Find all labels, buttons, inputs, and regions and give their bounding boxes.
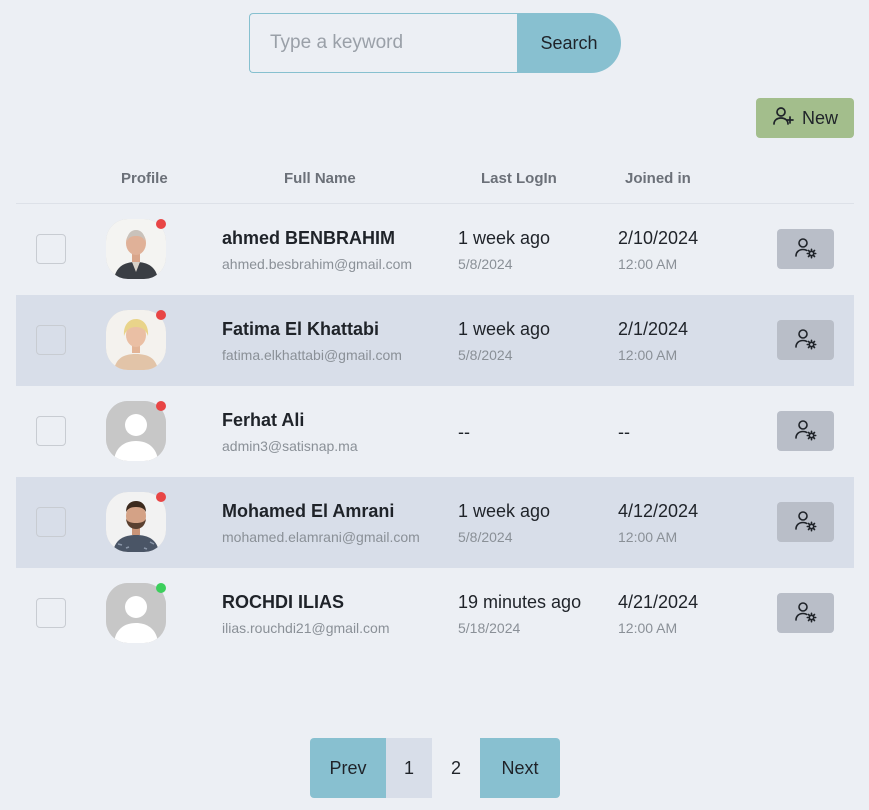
row-checkbox[interactable]	[36, 325, 66, 355]
table-row: ahmed BENBRAHIM ahmed.besbrahim@gmail.co…	[16, 204, 854, 295]
joined-time: 12:00 AM	[618, 347, 678, 363]
search-input[interactable]	[249, 13, 517, 73]
row-checkbox[interactable]	[36, 507, 66, 537]
next-page-button[interactable]: Next	[480, 738, 560, 798]
status-indicator	[156, 310, 166, 320]
user-settings-button[interactable]	[777, 320, 834, 360]
table-row: Mohamed El Amrani mohamed.elamrani@gmail…	[16, 477, 854, 568]
new-user-button[interactable]: New	[756, 98, 854, 138]
user-full-name: ROCHDI ILIAS	[222, 592, 345, 612]
new-user-button-label: New	[801, 107, 838, 128]
user-gear-icon	[794, 236, 818, 263]
search-bar: Search	[249, 13, 621, 73]
user-settings-button[interactable]	[777, 502, 834, 542]
user-full-name: Mohamed El Amrani	[222, 501, 395, 521]
joined-date: --	[618, 422, 630, 442]
row-checkbox[interactable]	[36, 416, 66, 446]
row-checkbox[interactable]	[36, 234, 66, 264]
pagination: Prev 1 2 Next	[310, 738, 560, 798]
status-indicator	[156, 492, 166, 502]
header-profile: Profile	[121, 170, 168, 187]
last-login-relative: 1 week ago	[458, 228, 551, 248]
prev-page-button[interactable]: Prev	[310, 738, 386, 798]
page-button-1[interactable]: 1	[386, 738, 432, 798]
last-login-date: 5/8/2024	[458, 256, 513, 272]
user-full-name: Ferhat Ali	[222, 410, 305, 430]
joined-time: 12:00 AM	[618, 256, 678, 272]
joined-time: 12:00 AM	[618, 620, 678, 636]
table-row: Ferhat Ali admin3@satisnap.ma -- --	[16, 386, 854, 477]
page-button-2[interactable]: 2	[432, 738, 480, 798]
last-login-relative: --	[458, 422, 470, 442]
header-full-name: Full Name	[284, 170, 356, 187]
user-settings-button[interactable]	[777, 229, 834, 269]
status-indicator	[156, 583, 166, 593]
user-full-name: Fatima El Khattabi	[222, 319, 380, 339]
user-gear-icon	[794, 327, 818, 354]
users-table-body: ahmed BENBRAHIM ahmed.besbrahim@gmail.co…	[16, 204, 854, 659]
last-login-date: 5/8/2024	[458, 347, 513, 363]
row-checkbox[interactable]	[36, 598, 66, 628]
status-indicator	[156, 401, 166, 411]
search-button[interactable]: Search	[517, 13, 621, 73]
last-login-date: 5/18/2024	[458, 620, 521, 636]
user-email: ahmed.besbrahim@gmail.com	[222, 256, 413, 272]
user-gear-icon	[794, 418, 818, 445]
user-email: mohamed.elamrani@gmail.com	[222, 529, 420, 545]
last-login-relative: 1 week ago	[458, 501, 551, 521]
joined-date: 4/12/2024	[618, 501, 699, 521]
user-gear-icon	[794, 600, 818, 627]
user-email: admin3@satisnap.ma	[222, 438, 358, 454]
header-joined-in: Joined in	[625, 170, 691, 187]
user-management-page: Search New Profile Full Name Last LogIn …	[0, 0, 869, 810]
header-last-login: Last LogIn	[481, 170, 557, 187]
status-indicator	[156, 219, 166, 229]
user-settings-button[interactable]	[777, 593, 834, 633]
user-email: fatima.elkhattabi@gmail.com	[222, 347, 402, 363]
joined-date: 2/10/2024	[618, 228, 699, 248]
joined-time: 12:00 AM	[618, 529, 678, 545]
joined-date: 2/1/2024	[618, 319, 689, 339]
table-row: ROCHDI ILIAS ilias.rouchdi21@gmail.com 1…	[16, 568, 854, 659]
table-row: Fatima El Khattabi fatima.elkhattabi@gma…	[16, 295, 854, 386]
user-email: ilias.rouchdi21@gmail.com	[222, 620, 390, 636]
table-header: Profile Full Name Last LogIn Joined in	[16, 160, 854, 204]
last-login-relative: 19 minutes ago	[458, 592, 582, 612]
joined-date: 4/21/2024	[618, 592, 699, 612]
user-full-name: ahmed BENBRAHIM	[222, 228, 396, 248]
last-login-relative: 1 week ago	[458, 319, 551, 339]
user-plus-icon	[772, 106, 794, 131]
last-login-date: 5/8/2024	[458, 529, 513, 545]
user-settings-button[interactable]	[777, 411, 834, 451]
user-gear-icon	[794, 509, 818, 536]
